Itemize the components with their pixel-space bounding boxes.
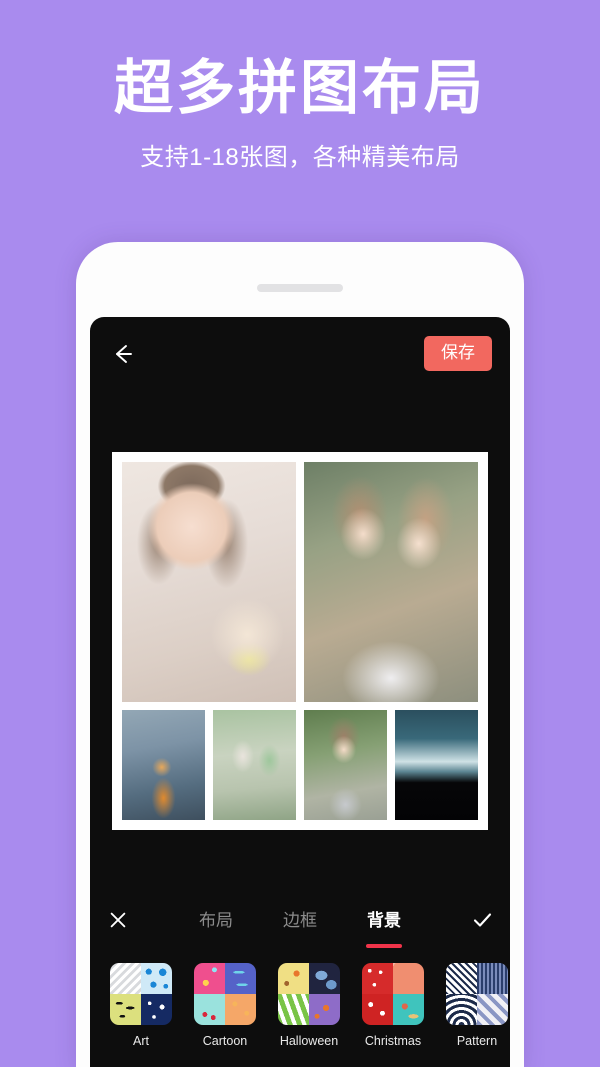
editor-tabs: 布局 边框 背景 <box>146 889 454 951</box>
bg-item-pattern[interactable]: Pattern <box>446 963 508 1048</box>
bg-item-halloween[interactable]: Halloween <box>278 963 340 1048</box>
bg-thumb-cartoon <box>194 963 256 1025</box>
page-subtitle: 支持1-18张图，各种精美布局 <box>140 143 460 171</box>
bg-label-cartoon: Cartoon <box>202 1034 248 1048</box>
bg-item-christmas[interactable]: Christmas <box>362 963 424 1048</box>
collage-row-top <box>122 462 478 702</box>
bg-label-pattern: Pattern <box>456 1034 498 1048</box>
photo-mountain-dusk[interactable] <box>395 710 478 820</box>
bg-thumb-pattern <box>446 963 508 1025</box>
tab-background[interactable]: 背景 <box>366 906 402 948</box>
tab-background-label: 背景 <box>367 911 401 930</box>
promo-header: 超多拼图布局 支持1-18张图，各种精美布局 <box>0 0 600 230</box>
collage-grid <box>122 462 478 820</box>
phone-screen: 保存 布局 边框 背景 Art Cartoon Halloween Christ… <box>90 317 510 1067</box>
bg-thumb-halloween <box>278 963 340 1025</box>
background-category-strip[interactable]: Art Cartoon Halloween Christmas Pattern <box>90 951 510 1067</box>
tab-border[interactable]: 边框 <box>283 906 317 934</box>
app-top-bar: 保存 <box>90 317 510 391</box>
tab-border-label: 边框 <box>283 911 317 930</box>
save-button[interactable]: 保存 <box>424 336 492 372</box>
bg-item-cartoon[interactable]: Cartoon <box>194 963 256 1048</box>
page-title: 超多拼图布局 <box>113 55 486 121</box>
tab-layout[interactable]: 布局 <box>199 906 233 934</box>
tab-layout-label: 布局 <box>199 911 233 930</box>
check-icon[interactable] <box>454 889 510 951</box>
bg-label-art: Art <box>133 1034 149 1048</box>
speaker-grille <box>257 284 343 292</box>
bg-item-art[interactable]: Art <box>110 963 172 1048</box>
collage-canvas[interactable] <box>112 452 488 830</box>
active-tab-underline <box>366 944 402 948</box>
photo-sunglasses-pair[interactable] <box>213 710 296 820</box>
photo-selfie-drink[interactable] <box>122 462 296 702</box>
collage-row-bottom <box>122 710 478 820</box>
arrow-left-icon[interactable] <box>110 341 136 367</box>
bg-thumb-art <box>110 963 172 1025</box>
photo-street-orange[interactable] <box>122 710 205 820</box>
phone-mockup: 保存 布局 边框 背景 Art Cartoon Halloween Christ… <box>76 242 524 1067</box>
editor-toolbar: 布局 边框 背景 <box>90 889 510 951</box>
photo-girl-greenery[interactable] <box>304 710 387 820</box>
photo-two-friends[interactable] <box>304 462 478 702</box>
bg-label-christmas: Christmas <box>364 1034 422 1048</box>
close-icon[interactable] <box>90 889 146 951</box>
bg-label-halloween: Halloween <box>279 1034 339 1048</box>
bg-thumb-christmas <box>362 963 424 1025</box>
